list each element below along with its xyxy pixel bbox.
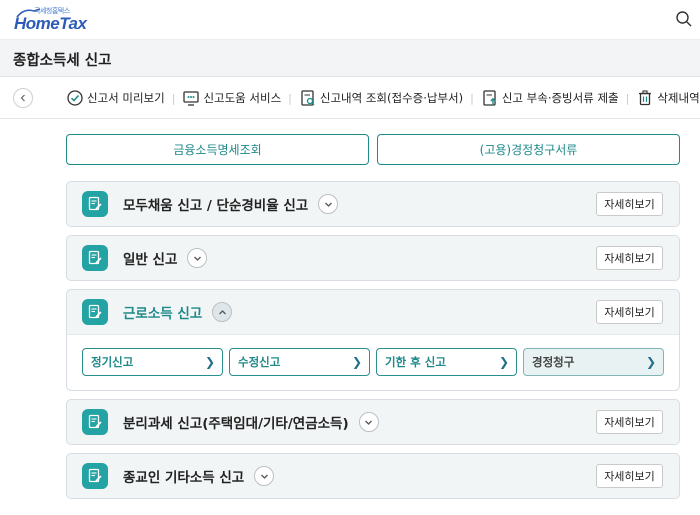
document-pen-icon [82, 191, 108, 217]
menu-item-label: 신고도움 서비스 [203, 91, 282, 105]
section-title: 분리과세 신고(주택임대/기타/연금소득) [123, 416, 349, 432]
expand-toggle[interactable] [358, 412, 379, 432]
eye-check-icon [66, 89, 84, 107]
chevron-down-icon [365, 420, 373, 425]
section-separate-taxation: 분리과세 신고(주택임대/기타/연금소득) 자세히보기 [66, 399, 680, 445]
filing-sections: 모두채움 신고 / 단순경비율 신고 자세히보기 일반 신고 자세히보기 근로소… [66, 181, 680, 507]
sub-button-label: 정기신고 [91, 355, 134, 369]
trash-icon [636, 89, 654, 107]
sub-button-label: 경정청구 [532, 355, 575, 369]
chevron-up-icon [218, 309, 226, 314]
document-pen-icon [82, 299, 108, 325]
detail-view-button[interactable]: 자세히보기 [596, 410, 663, 434]
section-header[interactable]: 종교인 기타소득 신고 자세히보기 [67, 454, 679, 498]
document-upload-icon [481, 89, 499, 107]
late-filing-button[interactable]: 기한 후 신고 ❯ [376, 348, 517, 376]
chevron-down-icon [260, 474, 268, 479]
expand-toggle[interactable] [187, 248, 208, 268]
section-general: 일반 신고 자세히보기 [66, 235, 680, 281]
hometax-logo[interactable]: 국세청홈택스 HomeTax [14, 6, 94, 34]
section-sub-options: 정기신고 ❯ 수정신고 ❯ 기한 후 신고 ❯ 경정청구 ❯ [67, 334, 679, 390]
search-button[interactable] [674, 9, 694, 29]
collapse-toggle[interactable] [212, 302, 233, 322]
detail-view-button[interactable]: 자세히보기 [596, 464, 663, 488]
menu-item-label: 신고서 미리보기 [87, 91, 165, 105]
detail-view-button[interactable]: 자세히보기 [596, 300, 663, 324]
menu-item-deleted-history[interactable]: 삭제내역 조회 [636, 89, 700, 107]
detail-view-button[interactable]: 자세히보기 [596, 192, 663, 216]
document-search-icon [299, 89, 317, 107]
menu-item-submit-docs[interactable]: 신고 부속·증빙서류 제출 [481, 89, 619, 107]
section-earned-income: 근로소득 신고 자세히보기 정기신고 ❯ 수정신고 ❯ 기한 후 신고 ❯ 경정… [66, 289, 680, 391]
service-menu-bar: 신고서 미리보기 | 신고도움 서비스 | 신고내역 조회(접수증·납부서) |… [0, 77, 700, 119]
chevron-right-icon: ❯ [498, 355, 509, 369]
financial-income-lookup-button[interactable]: 금융소득명세조회 [66, 134, 369, 165]
menu-item-history[interactable]: 신고내역 조회(접수증·납부서) [299, 89, 463, 107]
top-bar: 국세청홈택스 HomeTax [0, 0, 700, 40]
menu-divider: | [625, 91, 630, 105]
correction-claim-button[interactable]: 경정청구 ❯ [523, 348, 664, 376]
menu-prev-button[interactable] [13, 88, 33, 108]
section-header[interactable]: 근로소득 신고 자세히보기 [67, 290, 679, 334]
document-pen-icon [82, 463, 108, 489]
chevron-down-icon [324, 202, 332, 207]
section-header[interactable]: 분리과세 신고(주택임대/기타/연금소득) 자세히보기 [67, 400, 679, 444]
menu-item-label: 신고 부속·증빙서류 제출 [501, 91, 619, 105]
sub-button-label: 기한 후 신고 [385, 355, 446, 369]
chevron-right-icon: ❯ [204, 355, 215, 369]
page-title: 종합소득세 신고 [13, 53, 112, 69]
section-title: 모두채움 신고 / 단순경비율 신고 [123, 198, 309, 214]
employment-correction-docs-button[interactable]: (고용)경정청구서류 [377, 134, 680, 165]
document-pen-icon [82, 245, 108, 271]
menu-item-label: 신고내역 조회(접수증·납부서) [319, 91, 464, 105]
monitor-chat-icon [182, 89, 200, 107]
logo-text: HomeTax [14, 14, 87, 33]
amended-filing-button[interactable]: 수정신고 ❯ [229, 348, 370, 376]
sub-button-label: 수정신고 [238, 355, 281, 369]
chevron-right-icon: ❯ [351, 355, 362, 369]
section-header[interactable]: 모두채움 신고 / 단순경비율 신고 자세히보기 [67, 182, 679, 226]
expand-toggle[interactable] [254, 466, 275, 486]
expand-toggle[interactable] [318, 194, 339, 214]
menu-items: 신고서 미리보기 | 신고도움 서비스 | 신고내역 조회(접수증·납부서) |… [66, 77, 700, 118]
detail-view-button[interactable]: 자세히보기 [596, 246, 663, 270]
search-icon [676, 11, 692, 27]
title-bar: 종합소득세 신고 [0, 40, 700, 77]
section-title: 일반 신고 [123, 252, 178, 268]
document-pen-icon [82, 409, 108, 435]
menu-item-preview[interactable]: 신고서 미리보기 [66, 89, 165, 107]
regular-filing-button[interactable]: 정기신고 ❯ [82, 348, 223, 376]
section-title: 근로소득 신고 [123, 306, 203, 322]
chevron-down-icon [193, 256, 201, 261]
chevron-left-icon [20, 94, 25, 102]
menu-divider: | [171, 91, 176, 105]
menu-item-label: 삭제내역 조회 [657, 91, 700, 105]
quick-button-row: 금융소득명세조회 (고용)경정청구서류 [66, 134, 680, 165]
section-header[interactable]: 일반 신고 자세히보기 [67, 236, 679, 280]
chevron-right-icon: ❯ [645, 355, 656, 369]
section-prefilled-simple: 모두채움 신고 / 단순경비율 신고 자세히보기 [66, 181, 680, 227]
section-religious-income: 종교인 기타소득 신고 자세히보기 [66, 453, 680, 499]
menu-divider: | [288, 91, 292, 105]
section-title: 종교인 기타소득 신고 [123, 470, 245, 486]
menu-divider: | [470, 91, 474, 105]
menu-item-help-service[interactable]: 신고도움 서비스 [182, 89, 281, 107]
